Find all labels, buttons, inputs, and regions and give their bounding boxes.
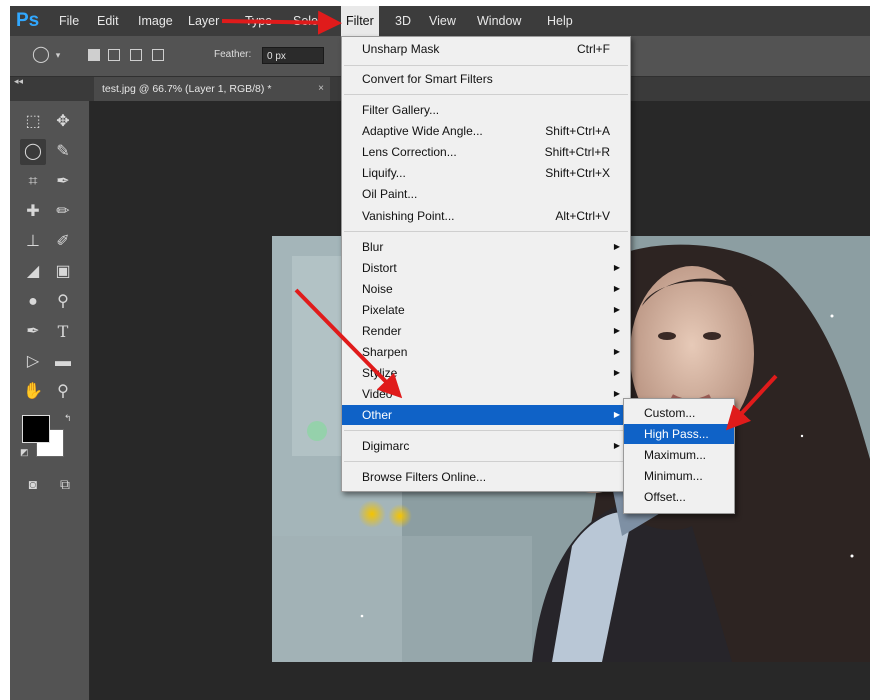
feather-label: Feather: [214, 49, 252, 60]
submenu-arrow-icon: ▶ [613, 326, 620, 335]
submenu-arrow-icon: ▶ [613, 263, 620, 272]
menu-separator [344, 430, 628, 431]
healing-brush-tool-icon[interactable]: ✚ [20, 199, 46, 225]
menu-edit[interactable]: Edit [92, 6, 124, 36]
submenu-item-high-pass[interactable]: High Pass... [624, 424, 734, 444]
new-selection-icon[interactable] [88, 49, 100, 61]
menu-select[interactable]: Select [288, 6, 333, 36]
move-tool-icon[interactable]: ✥ [50, 109, 76, 135]
history-brush-tool-icon[interactable]: ✐ [50, 229, 76, 255]
subtract-selection-icon[interactable] [130, 49, 142, 61]
menu-item-video[interactable]: Video ▶ [342, 384, 630, 404]
menu-item-other[interactable]: Other ▶ [342, 405, 630, 425]
menu-item-unsharp-mask[interactable]: Unsharp Mask Ctrl+F [342, 39, 630, 59]
menu-window[interactable]: Window [472, 6, 526, 36]
menu-item-noise[interactable]: Noise ▶ [342, 279, 630, 299]
close-icon[interactable]: × [318, 77, 324, 101]
menu-item-digimarc[interactable]: Digimarc ▶ [342, 436, 630, 456]
submenu-arrow-icon: ▶ [613, 368, 620, 377]
menu-file[interactable]: File [54, 6, 84, 36]
rectangle-tool-icon[interactable]: ▬ [50, 349, 76, 375]
document-tab-title: test.jpg @ 66.7% (Layer 1, RGB/8) * [102, 83, 272, 95]
menu-filter[interactable]: Filter [341, 6, 379, 36]
submenu-item-offset[interactable]: Offset... [624, 487, 734, 507]
photoshop-logo: Ps [16, 10, 40, 31]
feather-input[interactable]: 0 px [262, 47, 324, 64]
menu-item-convert-smart-filters[interactable]: Convert for Smart Filters [342, 69, 630, 89]
menu-item-distort[interactable]: Distort ▶ [342, 258, 630, 278]
eyedropper-tool-icon[interactable]: ✒ [50, 169, 76, 195]
menu-separator [344, 65, 628, 66]
quick-selection-tool-icon[interactable]: ✎ [50, 139, 76, 165]
collapse-panel-icon[interactable]: ◂◂ [14, 76, 23, 87]
menu-item-pixelate[interactable]: Pixelate ▶ [342, 300, 630, 320]
submenu-arrow-icon: ▶ [613, 284, 620, 293]
document-tab[interactable]: test.jpg @ 66.7% (Layer 1, RGB/8) * × [94, 77, 330, 101]
menu-separator [344, 94, 628, 95]
crop-tool-icon[interactable]: ⌗ [20, 169, 46, 195]
lasso-tool-icon[interactable]: ◯ [20, 139, 46, 165]
filter-menu: Unsharp Mask Ctrl+F Convert for Smart Fil… [341, 36, 631, 492]
submenu-arrow-icon: ▶ [613, 305, 620, 314]
submenu-item-minimum[interactable]: Minimum... [624, 466, 734, 486]
menu-item-stylize[interactable]: Stylize ▶ [342, 363, 630, 383]
zoom-tool-icon[interactable]: ⚲ [50, 379, 76, 405]
menu-type[interactable]: Type [240, 6, 277, 36]
default-colors-icon[interactable]: ◩ [20, 447, 29, 458]
foreground-color-swatch[interactable] [22, 415, 50, 443]
hand-tool-icon[interactable]: ✋ [20, 379, 46, 405]
brush-tool-icon[interactable]: ✏ [50, 199, 76, 225]
menu-item-oil-paint[interactable]: Oil Paint... [342, 184, 630, 204]
blur-tool-icon[interactable]: ● [20, 289, 46, 315]
menu-item-adaptive-wide-angle[interactable]: Adaptive Wide Angle... Shift+Ctrl+A [342, 121, 630, 141]
menu-help[interactable]: Help [542, 6, 578, 36]
menu-image[interactable]: Image [133, 6, 178, 36]
lasso-preset-icon[interactable]: ◯ [32, 47, 50, 63]
clone-stamp-tool-icon[interactable]: ⊥ [20, 229, 46, 255]
tools-panel: ⬚ ✥ ◯ ✎ ⌗ ✒ ✚ ✏ ⊥ ✐ ◢ ▣ ● ⚲ ✒ T ▷ ▬ ✋ ⚲ … [10, 101, 90, 700]
menu-bar: Ps File Edit Image Layer Type Select Fil… [10, 6, 870, 36]
quick-mask-icon[interactable]: ◙ [20, 471, 46, 497]
submenu-arrow-icon: ▶ [613, 441, 620, 450]
menu-separator [344, 461, 628, 462]
menu-item-sharpen[interactable]: Sharpen ▶ [342, 342, 630, 362]
menu-item-liquify[interactable]: Liquify... Shift+Ctrl+X [342, 163, 630, 183]
menu-3d[interactable]: 3D [390, 6, 416, 36]
menu-item-filter-gallery[interactable]: Filter Gallery... [342, 100, 630, 120]
menu-item-vanishing-point[interactable]: Vanishing Point... Alt+Ctrl+V [342, 206, 630, 226]
add-selection-icon[interactable] [108, 49, 120, 61]
menu-separator [344, 231, 628, 232]
gradient-tool-icon[interactable]: ▣ [50, 259, 76, 285]
chevron-down-icon[interactable]: ▾ [50, 47, 66, 63]
menu-item-render[interactable]: Render ▶ [342, 321, 630, 341]
screen-mode-icon[interactable]: ⧉ [52, 471, 78, 497]
menu-item-lens-correction[interactable]: Lens Correction... Shift+Ctrl+R [342, 142, 630, 162]
eraser-tool-icon[interactable]: ◢ [20, 259, 46, 285]
menu-layer[interactable]: Layer [183, 6, 224, 36]
swap-colors-icon[interactable]: ↰ [64, 413, 72, 424]
submenu-item-custom[interactable]: Custom... [624, 403, 734, 423]
intersect-selection-icon[interactable] [152, 49, 164, 61]
menu-item-browse-filters-online[interactable]: Browse Filters Online... [342, 467, 630, 487]
submenu-arrow-icon: ▶ [613, 347, 620, 356]
dodge-tool-icon[interactable]: ⚲ [50, 289, 76, 315]
type-tool-icon[interactable]: T [50, 319, 76, 345]
pen-tool-icon[interactable]: ✒ [20, 319, 46, 345]
submenu-arrow-icon: ▶ [613, 410, 620, 419]
marquee-tool-icon[interactable]: ⬚ [20, 109, 46, 135]
other-submenu: Custom... High Pass... Maximum... Minimu… [623, 398, 735, 514]
path-selection-tool-icon[interactable]: ▷ [20, 349, 46, 375]
submenu-item-maximum[interactable]: Maximum... [624, 445, 734, 465]
submenu-arrow-icon: ▶ [613, 389, 620, 398]
photoshop-window: Ps File Edit Image Layer Type Select Fil… [10, 6, 870, 700]
menu-item-blur[interactable]: Blur ▶ [342, 237, 630, 257]
menu-view[interactable]: View [424, 6, 461, 36]
submenu-arrow-icon: ▶ [613, 242, 620, 251]
